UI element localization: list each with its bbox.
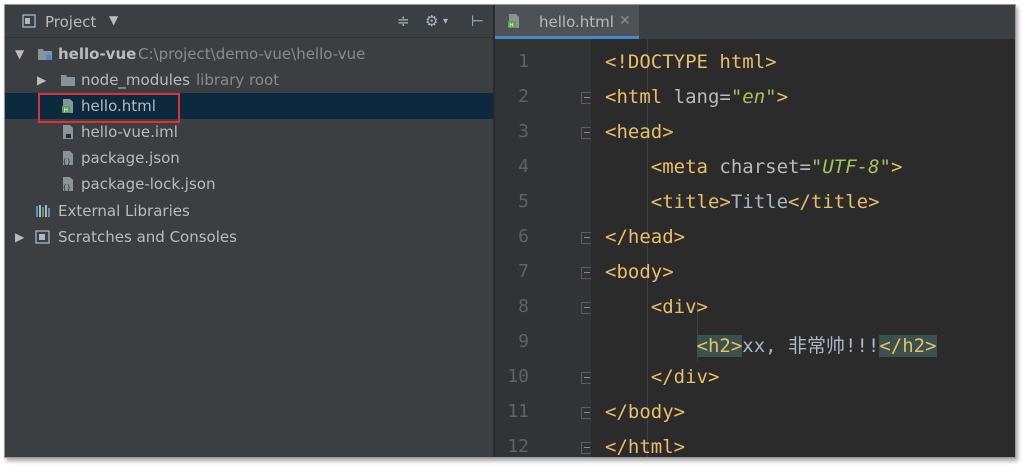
project-panel-header: Project ▼ ≑ ⚙ ▾ ⊢ bbox=[5, 5, 493, 38]
tree-item-label: Scratches and Consoles bbox=[58, 228, 237, 246]
code-line[interactable]: <body> bbox=[605, 261, 674, 283]
code-token: <html bbox=[605, 86, 674, 108]
code-line[interactable]: </div> bbox=[605, 366, 720, 388]
code-token: Title bbox=[730, 191, 789, 213]
iml-file-icon bbox=[63, 125, 73, 139]
chevron-down-icon[interactable]: ▼ bbox=[109, 13, 118, 27]
code-line[interactable]: <!DOCTYPE html> bbox=[605, 51, 777, 73]
line-number: 3 bbox=[518, 121, 529, 142]
tree-item-hello-vue[interactable]: ▼ hello-vue C:\project\demo-vue\hello-vu… bbox=[5, 41, 493, 67]
code-token: lang= bbox=[673, 86, 731, 108]
code-token: <body> bbox=[605, 261, 674, 283]
tree-item-scratches-and-consoles[interactable]: ▶ Scratches and Consoles bbox=[5, 224, 493, 250]
project-view-icon bbox=[22, 14, 36, 28]
tab-label: hello.html bbox=[539, 13, 614, 31]
line-number: 10 bbox=[507, 366, 529, 387]
folder-icon bbox=[61, 75, 75, 86]
line-number: 11 bbox=[507, 401, 529, 422]
tree-item-package-lock-json[interactable]: {} package-lock.json bbox=[5, 171, 493, 197]
line-number: 4 bbox=[518, 156, 529, 177]
code-token: </h2> bbox=[879, 335, 937, 357]
line-number: 6 bbox=[518, 226, 529, 247]
svg-text:{}: {} bbox=[63, 158, 71, 166]
code-token: charset= bbox=[719, 156, 811, 178]
tab-hello-html[interactable]: H hello.html ✕ bbox=[495, 5, 639, 39]
scratches-icon bbox=[35, 230, 50, 244]
tree-item-label: hello-vue.iml bbox=[81, 123, 178, 141]
line-number: 9 bbox=[518, 331, 529, 352]
tree-item-label: External Libraries bbox=[58, 202, 190, 220]
code-line[interactable]: <head> bbox=[605, 121, 674, 143]
code-line[interactable]: </body> bbox=[605, 401, 685, 423]
code-token: </head> bbox=[605, 226, 686, 248]
code-token: <title> bbox=[605, 191, 731, 213]
tree-item-external-libraries[interactable]: External Libraries bbox=[5, 198, 493, 224]
highlight-box bbox=[38, 93, 180, 123]
code-token: </html> bbox=[605, 436, 686, 458]
line-number: 12 bbox=[507, 436, 529, 457]
code-token: "UTF-8" bbox=[810, 156, 891, 178]
code-token: <!DOCTYPE html> bbox=[605, 51, 777, 73]
html-file-icon: H bbox=[508, 14, 519, 29]
tree-item-path: library root bbox=[196, 71, 280, 89]
line-number: 7 bbox=[518, 261, 529, 282]
editor-tab-bar: H hello.html ✕ bbox=[495, 5, 1015, 40]
code-line[interactable]: </head> bbox=[605, 226, 685, 248]
line-number-gutter: 1 2 3 4 5 6 7 8 9 10 11 12 bbox=[495, 39, 593, 457]
code-area[interactable]: <!DOCTYPE html> <html lang="en"> <head> <m… bbox=[591, 39, 1015, 457]
json-file-icon: {} bbox=[63, 177, 73, 192]
code-token: > bbox=[776, 86, 789, 108]
code-line[interactable]: <title>Title</title> bbox=[605, 191, 880, 213]
code-line[interactable]: <h2>xx, 非常帅!!!</h2> bbox=[605, 331, 937, 358]
json-file-icon: {} bbox=[63, 151, 73, 166]
gear-dropdown-icon[interactable]: ▾ bbox=[443, 16, 448, 27]
tree-item-node-modules[interactable]: ▶ node_modules library root bbox=[5, 67, 493, 93]
gear-icon[interactable]: ⚙ bbox=[425, 12, 438, 30]
code-token: xx, 非常帅!!! bbox=[742, 335, 880, 357]
code-token: "en" bbox=[730, 86, 777, 108]
svg-text:{}: {} bbox=[63, 184, 71, 192]
collapse-all-icon[interactable]: ≑ bbox=[397, 12, 410, 30]
ide-window: Project ▼ ≑ ⚙ ▾ ⊢ ▼ hello-vue C:\project… bbox=[4, 4, 1016, 458]
line-number: 2 bbox=[518, 86, 529, 107]
code-token: > bbox=[890, 156, 903, 178]
code-line[interactable]: </html> bbox=[605, 436, 686, 458]
line-number: 1 bbox=[518, 51, 529, 72]
collapsed-arrow-icon[interactable]: ▶ bbox=[37, 73, 46, 87]
close-icon[interactable]: ✕ bbox=[619, 13, 631, 29]
code-token: <div> bbox=[605, 296, 708, 318]
folder-icon bbox=[38, 49, 52, 60]
project-panel: Project ▼ ≑ ⚙ ▾ ⊢ ▼ hello-vue C:\project… bbox=[5, 5, 493, 457]
code-token: <h2> bbox=[696, 335, 743, 357]
project-panel-title[interactable]: Project bbox=[45, 13, 96, 31]
line-number: 8 bbox=[518, 296, 529, 317]
editor-panel: H hello.html ✕ 1 2 3 4 5 6 7 8 9 10 11 12 <!DOCTYPE… bbox=[495, 5, 1015, 457]
tree-item-path: C:\project\demo-vue\hello-vue bbox=[138, 45, 366, 63]
library-icon bbox=[36, 205, 50, 217]
tree-item-label: package-lock.json bbox=[81, 175, 216, 193]
tree-item-label: node_modules bbox=[81, 71, 190, 89]
code-line[interactable]: <html lang="en"> bbox=[605, 86, 788, 108]
code-line[interactable]: <meta charset="UTF-8"> bbox=[605, 156, 903, 178]
collapsed-arrow-icon[interactable]: ▶ bbox=[15, 230, 24, 244]
code-token: <meta bbox=[605, 156, 720, 178]
svg-text:H: H bbox=[509, 22, 514, 29]
tree-item-package-json[interactable]: {} package.json bbox=[5, 145, 493, 171]
code-line[interactable]: <div> bbox=[605, 296, 708, 318]
line-number: 5 bbox=[518, 191, 529, 212]
hide-panel-icon[interactable]: ⊢ bbox=[471, 12, 484, 30]
code-token: <head> bbox=[605, 121, 674, 143]
code-token: </title> bbox=[788, 191, 880, 213]
expanded-arrow-icon[interactable]: ▼ bbox=[15, 47, 24, 61]
code-token: </div> bbox=[605, 366, 720, 388]
tree-item-label: hello-vue bbox=[58, 45, 137, 63]
code-token: </body> bbox=[605, 401, 686, 423]
tree-item-label: package.json bbox=[81, 149, 180, 167]
